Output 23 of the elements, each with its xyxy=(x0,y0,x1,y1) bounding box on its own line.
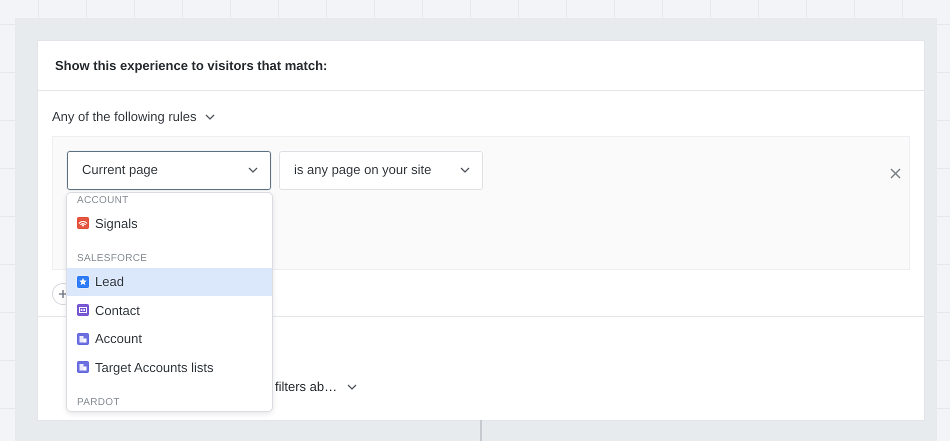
chevron-down-icon xyxy=(460,167,470,173)
field-select[interactable]: Current page xyxy=(67,150,271,190)
group-heading: ACCOUNT xyxy=(77,194,129,208)
operator-select[interactable]: is any page on your site xyxy=(279,150,483,190)
filter-dropdown[interactable]: filters ab… xyxy=(275,377,358,396)
plus-icon xyxy=(58,288,68,298)
chevron-down-icon xyxy=(347,384,358,390)
match-mode-dropdown[interactable]: Any of the following rules xyxy=(52,107,215,126)
group-heading: PARDOT xyxy=(77,396,120,410)
menu-item[interactable]: Account xyxy=(67,324,272,353)
section-title: Show this experience to visitors that match: xyxy=(55,56,328,75)
menu-item[interactable]: Contact xyxy=(67,296,272,324)
building-icon xyxy=(77,332,89,345)
chevron-down-icon xyxy=(248,167,258,173)
menu-item[interactable]: Target Accounts lists xyxy=(67,353,272,382)
star-icon xyxy=(77,276,89,288)
building-icon xyxy=(77,361,89,374)
card-icon xyxy=(77,304,89,316)
signal-icon xyxy=(77,217,89,230)
menu-item[interactable]: Signals xyxy=(67,209,272,238)
chevron-down-icon xyxy=(204,114,215,120)
group-heading: SALESFORCE xyxy=(77,252,148,266)
menu-item[interactable]: Lead xyxy=(67,268,272,296)
